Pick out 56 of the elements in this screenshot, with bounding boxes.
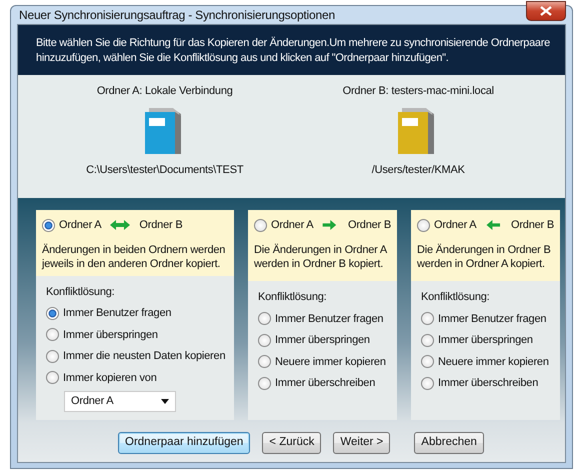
radio-button[interactable] [421,312,434,326]
close-button[interactable] [526,1,566,21]
radio-label[interactable]: Immer überschreiben [438,375,538,392]
radio-label[interactable]: Neuere immer kopieren [275,354,386,370]
radio-label[interactable]: Immer Benutzer fragen [275,310,384,327]
dropdown-value: Ordner A [71,394,114,410]
radio-button[interactable] [258,376,271,390]
radio-button[interactable] [46,306,59,320]
radio-label[interactable]: Ordner B [348,217,391,234]
folder-label: Ordner A: Lokale Verbindung [96,84,233,99]
radio-label[interactable]: Immer kopieren von [63,370,157,386]
radio-button[interactable] [46,371,59,384]
caret-icon [161,399,169,404]
description-text: Die Änderungen in Ordner B werden in Ordner A kopiert. [417,242,552,272]
radio-button[interactable] [421,334,434,347]
radio-label[interactable]: Immer überspringen [63,326,158,343]
radio-label[interactable]: Ordner A [271,217,314,234]
radio-label[interactable]: Immer überspringen [275,332,370,348]
radio-label[interactable]: Neuere immer kopieren [438,354,549,370]
folder-path: /Users/tester/KMAK [372,162,465,178]
close-icon [540,6,552,16]
radio-label[interactable]: Immer überschreiben [275,375,376,392]
radio-label[interactable]: Immer die neusten Daten kopieren [63,348,226,364]
dialog-button[interactable]: < Zurück [262,432,322,454]
double-arrow-icon [109,218,132,232]
window-title: Neuer Synchronisierungsauftrag - Synchronisierungsoptionen [19,7,335,24]
radio-button[interactable] [421,376,434,390]
radio-button[interactable] [46,350,59,363]
left-arrow-icon [484,218,503,232]
radio-label[interactable]: Immer überspringen [438,332,533,348]
section-label: Konfliktlösung: [258,290,328,305]
section-label: Konfliktlösung: [46,284,116,300]
folder-label: Ordner B: testers-mac-mini.local [342,84,494,99]
radio-label[interactable]: Ordner A [434,217,476,234]
section-label: Konfliktlösung: [421,290,491,305]
radio-label[interactable]: Ordner B [139,217,182,234]
folder-path: C:\Users\tester\Documents\TEST [86,162,244,178]
radio-button[interactable] [258,312,271,326]
instructions-text: Bitte wählen Sie die Richtung für das Kopieren der Änderungen.Um mehrere zu synchronisierende Ordnerpaare hinzuzufügen, wählen Sie die Konfliktlösung aus und klicken auf "Ordnerpaar hinzufügen". [18,25,565,75]
radio-button[interactable] [258,334,271,347]
radio-button[interactable] [254,218,267,232]
dialog-button[interactable]: Abbrechen [414,432,484,454]
radio-label[interactable]: Ordner A [59,217,102,234]
radio-label[interactable]: Immer Benutzer fragen [63,305,172,322]
radio-button[interactable] [417,218,430,232]
radio-button[interactable] [46,328,59,342]
description-text: Die Änderungen in Ordner A werden in Ordner B kopiert. [254,242,388,272]
description-text: Änderungen in beiden Ordnern werden jeweils in den anderen Ordner kopiert. [42,242,226,272]
radio-button[interactable] [258,355,271,368]
radio-label[interactable]: Ordner B [510,217,554,234]
dialog-button[interactable]: Weiter > [333,432,390,454]
dialog-button[interactable]: Ordnerpaar hinzufügen [118,432,250,454]
radio-button[interactable] [421,355,434,368]
radio-button[interactable] [42,218,55,232]
dropdown[interactable]: Ordner A [64,391,176,412]
radio-label[interactable]: Immer Benutzer fragen [438,310,546,327]
